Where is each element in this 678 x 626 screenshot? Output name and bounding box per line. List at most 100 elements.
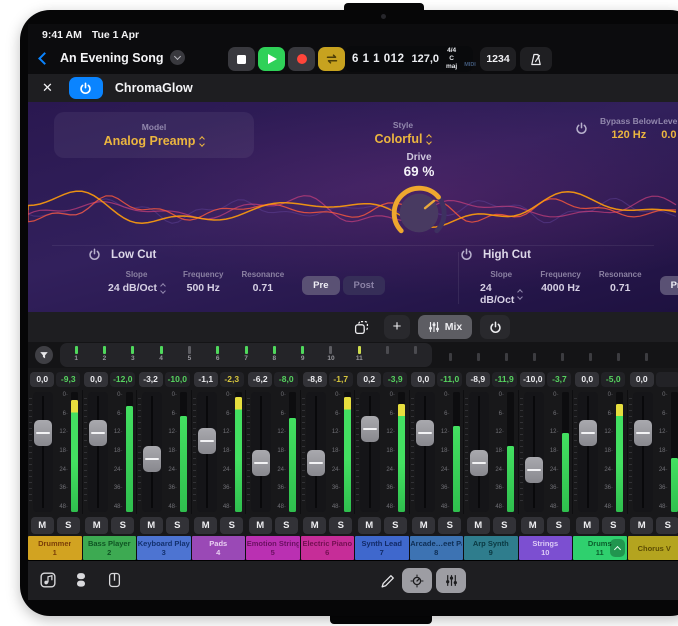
cycle-button[interactable] <box>318 47 345 71</box>
track-tile[interactable]: Chorus V <box>628 536 678 560</box>
level-control[interactable]: Level 0.0 <box>658 116 678 141</box>
pre-button[interactable]: Pre <box>660 276 678 295</box>
mute-button[interactable]: M <box>412 517 435 534</box>
volume-value[interactable]: 0,0 <box>411 372 435 387</box>
drive-control[interactable]: Drive 69 % <box>384 152 454 242</box>
volume-value[interactable]: 0,0 <box>84 372 108 387</box>
mute-button[interactable]: M <box>194 517 217 534</box>
play-button[interactable] <box>258 47 285 71</box>
solo-button[interactable]: S <box>602 517 625 534</box>
mix-view-button[interactable]: Mix <box>418 315 472 339</box>
solo-button[interactable]: S <box>220 517 243 534</box>
fader-handle[interactable] <box>307 450 325 476</box>
track-tile[interactable]: Drums 11 <box>573 536 627 560</box>
edit-button[interactable] <box>380 574 395 589</box>
fader-handle[interactable] <box>198 428 216 454</box>
mute-button[interactable]: M <box>467 517 490 534</box>
track-tile[interactable]: Emotion Strings 5 <box>246 536 300 560</box>
overview-channel[interactable]: 8 <box>260 343 288 367</box>
track-tile[interactable]: Synth Lead 7 <box>355 536 409 560</box>
overview-channel[interactable]: 6 <box>204 343 232 367</box>
fader-track[interactable] <box>88 392 108 512</box>
controls-view-button[interactable] <box>402 568 432 593</box>
overview-channel[interactable]: 7 <box>232 343 260 367</box>
overview-channel[interactable]: 2 <box>90 343 118 367</box>
mute-button[interactable]: M <box>358 517 381 534</box>
resonance-control[interactable]: Resonance 0.71 <box>241 270 284 294</box>
model-selector[interactable]: Model Analog Preamp <box>54 112 254 158</box>
stepper-icon[interactable] <box>427 135 431 144</box>
overview-channel[interactable]: 4 <box>147 343 175 367</box>
solo-button[interactable]: S <box>57 517 80 534</box>
mute-button[interactable]: M <box>303 517 326 534</box>
volume-value[interactable]: -3,2 <box>139 372 163 387</box>
overview-channel[interactable]: 1 <box>62 343 90 367</box>
fader-handle[interactable] <box>525 457 543 483</box>
fader-track[interactable] <box>197 392 217 512</box>
mute-button[interactable]: M <box>249 517 272 534</box>
volume-value[interactable]: 0,2 <box>357 372 381 387</box>
solo-button[interactable]: S <box>166 517 189 534</box>
pre-button[interactable]: Pre <box>302 276 339 295</box>
style-selector[interactable]: Style Colorful <box>348 112 458 146</box>
mute-button[interactable]: M <box>140 517 163 534</box>
fader-track[interactable] <box>306 392 326 512</box>
fader-track[interactable] <box>524 392 544 512</box>
fader-track[interactable] <box>142 392 162 512</box>
metronome-button[interactable] <box>520 47 552 71</box>
fader-handle[interactable] <box>470 450 488 476</box>
fader-track[interactable] <box>415 392 435 512</box>
slope-control[interactable]: Slope 24 dB/Oct <box>480 270 522 306</box>
fader-handle[interactable] <box>252 450 270 476</box>
track-tile[interactable]: Electric Piano 6 <box>301 536 355 560</box>
fader-handle[interactable] <box>634 420 652 446</box>
solo-button[interactable]: S <box>493 517 516 534</box>
chevron-down-icon[interactable] <box>170 50 185 65</box>
fader-handle[interactable] <box>579 420 597 446</box>
fader-handle[interactable] <box>416 420 434 446</box>
record-button[interactable] <box>288 47 315 71</box>
resonance-control[interactable]: Resonance 0.71 <box>599 270 642 294</box>
lcd-display[interactable]: 6 1 1 012 127,0 4/4 C maj MIDI <box>345 46 473 72</box>
count-in-button[interactable]: 1234 <box>480 47 516 71</box>
filter-button[interactable] <box>35 346 53 364</box>
stepper-icon[interactable] <box>518 290 522 299</box>
mute-button[interactable]: M <box>521 517 544 534</box>
low-cut-power-button[interactable] <box>88 248 101 261</box>
mixer-view-button[interactable] <box>436 568 466 593</box>
fader-track[interactable] <box>469 392 489 512</box>
solo-button[interactable]: S <box>438 517 461 534</box>
overview-channel[interactable]: 10 <box>317 343 345 367</box>
fader-handle[interactable] <box>89 420 107 446</box>
volume-value[interactable]: -8,9 <box>466 372 490 387</box>
volume-value[interactable]: 0,0 <box>30 372 54 387</box>
overview-channel[interactable]: 5 <box>175 343 203 367</box>
bypass-power-button[interactable] <box>575 122 588 135</box>
mute-button[interactable]: M <box>85 517 108 534</box>
plugin-power-button[interactable] <box>69 77 103 99</box>
slope-control[interactable]: Slope 24 dB/Oct <box>108 270 165 294</box>
volume-value[interactable]: -6,2 <box>248 372 272 387</box>
routing-button[interactable] <box>74 572 88 588</box>
duplicate-button[interactable] <box>348 315 374 339</box>
drive-knob[interactable] <box>390 184 448 242</box>
overview-channel[interactable]: 3 <box>119 343 147 367</box>
overview-panel[interactable]: 1 2 3 4 5 6 7 8 9 10 <box>60 343 432 367</box>
volume-value[interactable]: -8,8 <box>303 372 327 387</box>
song-menu[interactable]: An Evening Song <box>60 50 185 65</box>
overview-channel[interactable]: 11 <box>345 343 373 367</box>
track-tile[interactable]: Drummer 1 <box>28 536 82 560</box>
close-icon[interactable]: ✕ <box>42 80 53 96</box>
volume-value[interactable]: 0,0 <box>630 372 654 387</box>
fader-track[interactable] <box>633 392 653 512</box>
fader-track[interactable] <box>360 392 380 512</box>
volume-value[interactable]: 0,0 <box>575 372 599 387</box>
fader-handle[interactable] <box>143 446 161 472</box>
back-chevron-icon[interactable] <box>38 52 51 65</box>
volume-value[interactable]: -1,1 <box>194 372 218 387</box>
fader-track[interactable] <box>578 392 598 512</box>
track-tile[interactable]: Bass Player 2 <box>83 536 137 560</box>
fader-track[interactable] <box>251 392 271 512</box>
solo-button[interactable]: S <box>656 517 678 534</box>
browser-button[interactable] <box>40 572 56 588</box>
